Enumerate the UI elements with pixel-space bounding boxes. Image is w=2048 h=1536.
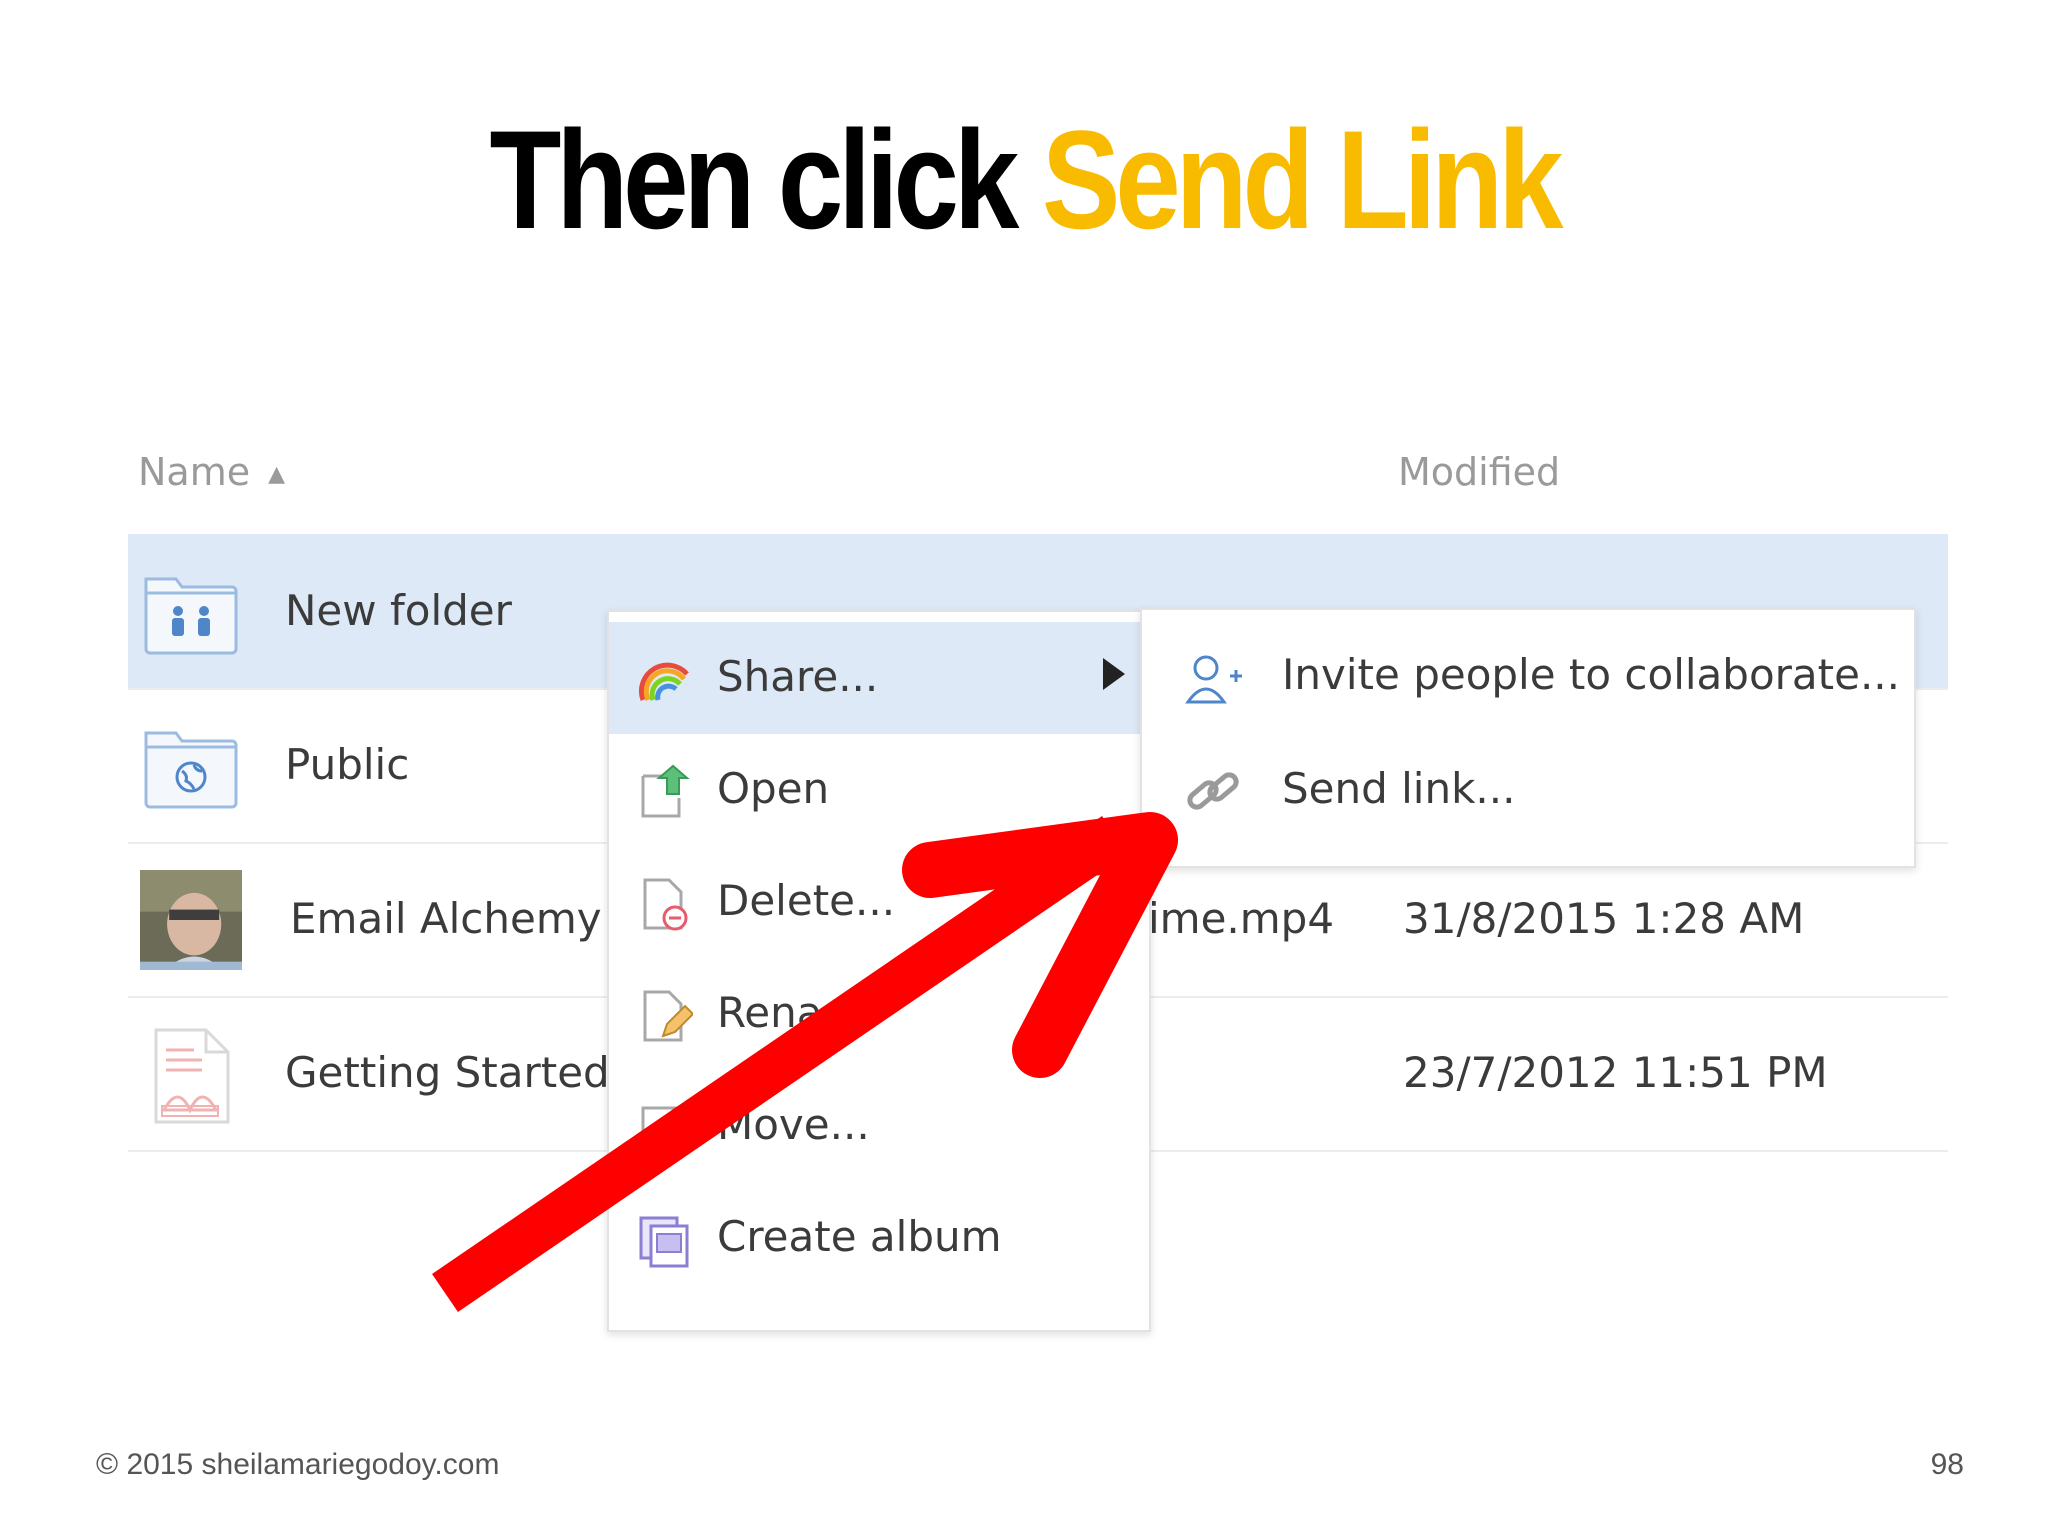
menu-item-create-album[interactable]: Create album bbox=[609, 1182, 1149, 1294]
menu-item-label: Open bbox=[717, 764, 830, 813]
submenu-item-invite[interactable]: Invite people to collaborate... bbox=[1142, 622, 1914, 734]
slide-title: Then click Send Link bbox=[164, 110, 1884, 250]
file-name: Getting Started. bbox=[285, 1048, 624, 1097]
share-submenu: Invite people to collaborate... Send lin… bbox=[1140, 608, 1916, 868]
share-rainbow-icon bbox=[638, 662, 689, 701]
file-name: New folder bbox=[285, 586, 512, 635]
shared-folder-icon bbox=[144, 577, 238, 655]
delete-icon bbox=[643, 878, 688, 931]
sort-ascending-icon: ▲ bbox=[268, 462, 286, 487]
menu-item-move[interactable]: Move... bbox=[609, 1070, 1149, 1182]
menu-item-label: Delete... bbox=[717, 876, 896, 925]
menu-item-label: Move... bbox=[717, 1100, 870, 1149]
submenu-item-send-link[interactable]: Send link... bbox=[1142, 736, 1914, 848]
file-name-start: Email Alchemy bbox=[290, 894, 602, 943]
submenu-arrow-icon bbox=[1103, 658, 1125, 690]
chain-link-icon bbox=[1187, 772, 1239, 810]
menu-item-label: Rena bbox=[717, 988, 823, 1037]
move-icon bbox=[641, 1106, 685, 1150]
pdf-document-icon bbox=[154, 1028, 230, 1124]
name-column-header[interactable]: Name ▲ bbox=[138, 450, 285, 494]
modified-column-header[interactable]: Modified bbox=[1398, 450, 1560, 494]
name-header-label: Name bbox=[138, 450, 251, 494]
file-name: Public bbox=[285, 740, 410, 789]
file-name-end: ime.mp4 bbox=[1148, 894, 1335, 943]
menu-item-label: Share... bbox=[717, 652, 879, 701]
submenu-item-label: Invite people to collaborate... bbox=[1282, 650, 1901, 699]
title-highlight: Send Link bbox=[1041, 101, 1564, 258]
menu-item-share[interactable]: Share... bbox=[609, 622, 1149, 734]
menu-item-rename[interactable]: Rena bbox=[609, 958, 1149, 1070]
create-album-icon bbox=[639, 1216, 689, 1268]
modified-date: 31/8/2015 1:28 AM bbox=[1403, 894, 1805, 943]
footer-copyright: © 2015 sheilamariegodoy.com bbox=[96, 1448, 500, 1481]
submenu-item-label: Send link... bbox=[1282, 764, 1516, 813]
context-menu: Share... Open Delete... Rena Move... Cre… bbox=[607, 610, 1151, 1332]
modified-date: 23/7/2012 11:51 PM bbox=[1403, 1048, 1828, 1097]
open-icon bbox=[641, 764, 690, 818]
add-person-icon bbox=[1185, 655, 1242, 704]
rename-icon bbox=[643, 990, 693, 1042]
menu-item-open[interactable]: Open bbox=[609, 734, 1149, 846]
file-name: Email Alchemy bbox=[290, 894, 602, 943]
video-thumbnail bbox=[140, 870, 242, 970]
menu-item-delete[interactable]: Delete... bbox=[609, 846, 1149, 958]
public-folder-icon bbox=[144, 731, 238, 809]
page-number: 98 bbox=[1930, 1448, 1964, 1481]
title-prefix: Then click bbox=[489, 101, 1042, 258]
menu-item-label: Create album bbox=[717, 1212, 1002, 1261]
